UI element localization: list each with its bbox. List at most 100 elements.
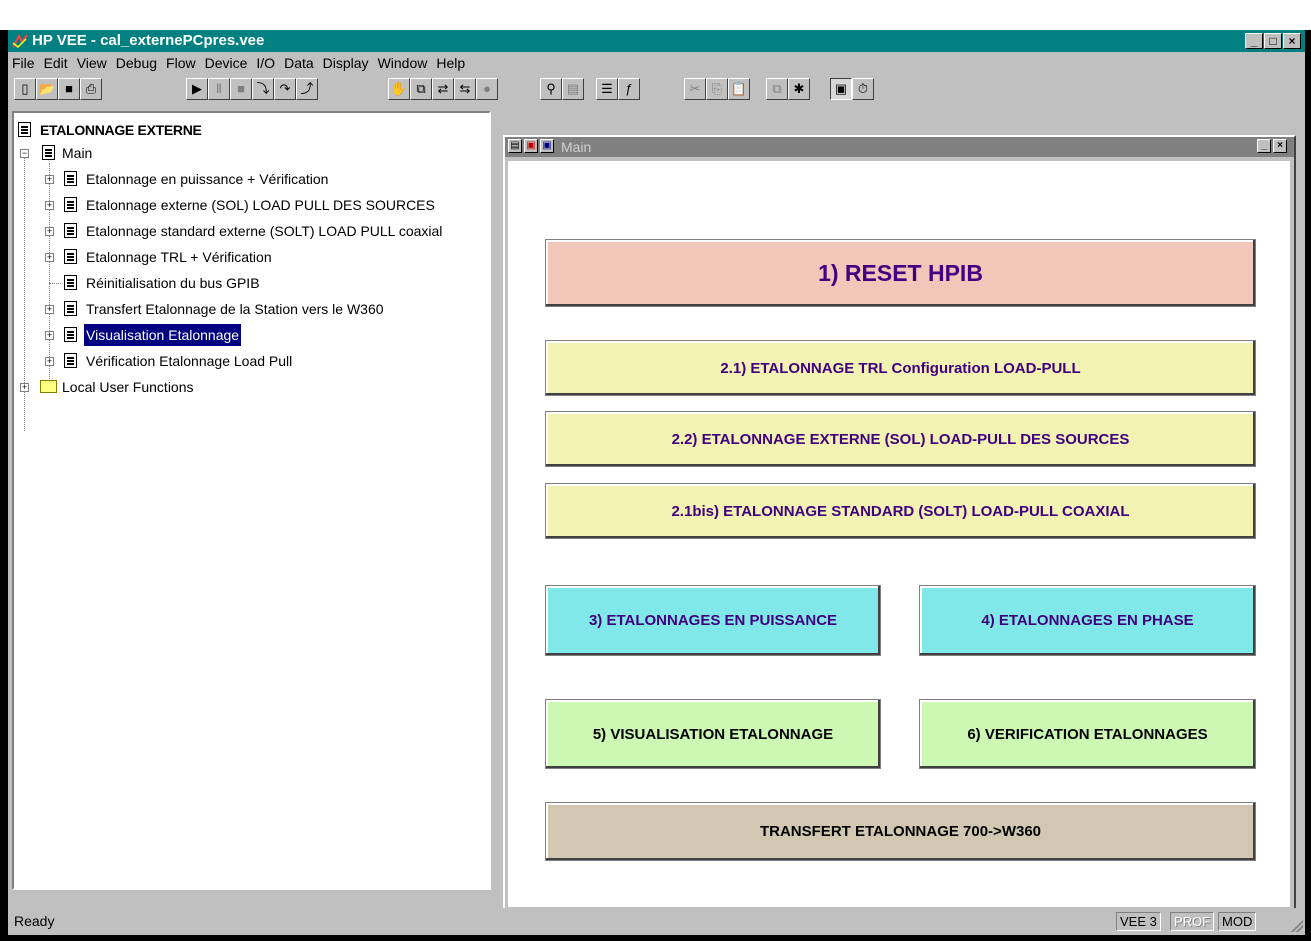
tree-item-label: Vérification Etalonnage Load Pull	[86, 353, 293, 369]
tree-item-label: Visualisation Etalonnage	[84, 324, 242, 346]
menu-debug[interactable]: Debug	[112, 52, 162, 74]
app-window: HP VEE - cal_externePCpres.vee _ □ × Fil…	[8, 30, 1305, 935]
menu-window[interactable]: Window	[374, 52, 433, 74]
etalonnage-sol-button[interactable]: 2.2) ETALONNAGE EXTERNE (SOL) LOAD-PULL …	[545, 411, 1256, 467]
print-icon[interactable]: ⎙	[80, 78, 102, 100]
menu-edit[interactable]: Edit	[40, 52, 73, 74]
tree-item-label: Etalonnage standard externe (SOLT) LOAD …	[86, 223, 443, 239]
expand-icon[interactable]: +	[45, 253, 54, 262]
window-title: HP VEE - cal_externePCpres.vee	[32, 32, 265, 49]
tree-item-selected[interactable]: + Visualisation Etalonnage	[14, 324, 484, 346]
tree-item-label: Etalonnage en puissance + Vérification	[86, 171, 329, 187]
window-view-icon[interactable]: ▣	[540, 139, 554, 153]
move-icon[interactable]: ⇄	[432, 78, 454, 100]
tree-item[interactable]: + Transfert Etalonnage de la Station ver…	[14, 298, 484, 320]
function-icon[interactable]: ƒ	[618, 78, 640, 100]
tree-item[interactable]: + Etalonnage TRL + Vérification	[14, 246, 484, 268]
tree-item-label: Réinitialisation du bus GPIB	[86, 275, 260, 291]
panel-canvas: 1) RESET HPIB 2.1) ETALONNAGE TRL Config…	[508, 161, 1290, 907]
tree-item[interactable]: Réinitialisation du bus GPIB	[14, 272, 484, 294]
step-over-icon[interactable]: ↷	[274, 78, 296, 100]
program-explorer-tree[interactable]: ETALONNAGE EXTERNE − Main + Etalonnage e…	[12, 111, 491, 890]
top-border	[0, 0, 1311, 30]
main-window-titlebar[interactable]: ▤ ▣ ▣ Main _ ×	[505, 137, 1294, 157]
cut-icon[interactable]: ✂	[684, 78, 706, 100]
tree-item[interactable]: + Etalonnage standard externe (SOLT) LOA…	[14, 220, 484, 242]
program-icon	[18, 122, 31, 137]
tree-item-local-functions[interactable]: + Local User Functions	[14, 376, 484, 398]
properties-icon[interactable]: ☰	[596, 78, 618, 100]
etalonnage-trl-button[interactable]: 2.1) ETALONNAGE TRL Configuration LOAD-P…	[545, 340, 1256, 396]
panel-icon[interactable]: ▣	[830, 78, 852, 100]
open-icon[interactable]: 📂	[36, 78, 58, 100]
expand-icon[interactable]: +	[45, 331, 54, 340]
maximize-button[interactable]: □	[1264, 33, 1282, 49]
etalonnage-solt-button[interactable]: 2.1bis) ETALONNAGE STANDARD (SOLT) LOAD-…	[545, 483, 1256, 539]
copy-object-icon[interactable]: ⧉	[410, 78, 432, 100]
panel-view-icon[interactable]: ▤	[508, 139, 522, 153]
expand-icon[interactable]: +	[45, 227, 54, 236]
tree-item[interactable]: + Vérification Etalonnage Load Pull	[14, 350, 484, 372]
clone-icon[interactable]: ⧉	[766, 78, 788, 100]
circle-icon[interactable]: ●	[476, 78, 498, 100]
status-mod: MOD	[1218, 912, 1257, 931]
status-bar: Ready VEE 3 PROF MOD	[8, 908, 1305, 935]
expand-icon[interactable]: +	[20, 383, 29, 392]
copy-icon[interactable]: ⎘	[706, 78, 728, 100]
menu-data[interactable]: Data	[280, 52, 319, 74]
tree-item[interactable]: + Etalonnage en puissance + Vérification	[14, 168, 484, 190]
run-icon[interactable]: ▶	[186, 78, 208, 100]
verification-etalonnages-button[interactable]: 6) VERIFICATION ETALONNAGES	[919, 699, 1256, 769]
tree-line	[49, 283, 61, 284]
detail-view-icon[interactable]: ▣	[524, 139, 538, 153]
document-icon	[64, 223, 77, 238]
pause-icon[interactable]: Ⅱ	[208, 78, 230, 100]
timer-icon[interactable]: ⏱	[852, 78, 874, 100]
expand-icon[interactable]: +	[45, 357, 54, 366]
watch-icon[interactable]: ▤	[562, 78, 584, 100]
document-icon	[64, 275, 77, 290]
debug-icon[interactable]: ✱	[788, 78, 810, 100]
collapse-icon[interactable]: −	[20, 149, 29, 158]
resize-grip-icon[interactable]	[1291, 920, 1303, 932]
expand-icon[interactable]: +	[45, 175, 54, 184]
menu-flow[interactable]: Flow	[162, 52, 201, 74]
document-icon	[64, 249, 77, 264]
document-icon	[64, 171, 77, 186]
main-minimize-button[interactable]: _	[1257, 139, 1271, 153]
save-icon[interactable]: ■	[58, 78, 80, 100]
expand-icon[interactable]: +	[45, 305, 54, 314]
tree-item[interactable]: + Etalonnage externe (SOL) LOAD PULL DES…	[14, 194, 484, 216]
menu-view[interactable]: View	[73, 52, 112, 74]
menu-help[interactable]: Help	[432, 52, 470, 74]
close-button[interactable]: ×	[1283, 33, 1301, 49]
title-bar[interactable]: HP VEE - cal_externePCpres.vee _ □ ×	[8, 30, 1305, 52]
main-close-button[interactable]: ×	[1273, 139, 1287, 153]
etalonnages-phase-button[interactable]: 4) ETALONNAGES EN PHASE	[919, 585, 1256, 656]
etalonnages-puissance-button[interactable]: 3) ETALONNAGES EN PUISSANCE	[545, 585, 881, 656]
step-into-icon[interactable]: ⤵	[252, 78, 274, 100]
step-out-icon[interactable]: ⤴	[296, 78, 318, 100]
hand-icon[interactable]: ✋	[388, 78, 410, 100]
new-icon[interactable]: ▯	[14, 78, 36, 100]
visualisation-etalonnage-button[interactable]: 5) VISUALISATION ETALONNAGE	[545, 699, 881, 769]
reset-hpib-button[interactable]: 1) RESET HPIB	[545, 239, 1256, 307]
stop-icon[interactable]: ■	[230, 78, 252, 100]
find-icon[interactable]: ⚲	[540, 78, 562, 100]
menu-io[interactable]: I/O	[252, 52, 280, 74]
transfert-etalonnage-button[interactable]: TRANSFERT ETALONNAGE 700->W360	[545, 802, 1256, 861]
connect-icon[interactable]: ⇆	[454, 78, 476, 100]
tree-item-label: Transfert Etalonnage de la Station vers …	[86, 301, 384, 317]
minimize-button[interactable]: _	[1245, 33, 1263, 49]
menu-bar: File Edit View Debug Flow Device I/O Dat…	[8, 52, 1305, 74]
main-window-title: Main	[561, 139, 592, 155]
hp-vee-app-icon	[11, 33, 29, 49]
paste-icon[interactable]: 📋	[728, 78, 750, 100]
menu-device[interactable]: Device	[201, 52, 253, 74]
tree-item-main[interactable]: − Main	[14, 142, 484, 164]
menu-file[interactable]: File	[8, 52, 40, 74]
menu-display[interactable]: Display	[319, 52, 374, 74]
expand-icon[interactable]: +	[45, 201, 54, 210]
toolbar: ▯ 📂 ■ ⎙ ▶ Ⅱ ■ ⤵ ↷ ⤴ ✋ ⧉ ⇄ ⇆ ● ⚲ ▤ ☰ ƒ ✂ …	[8, 75, 1305, 105]
tree-item-label: Local User Functions	[62, 379, 194, 395]
